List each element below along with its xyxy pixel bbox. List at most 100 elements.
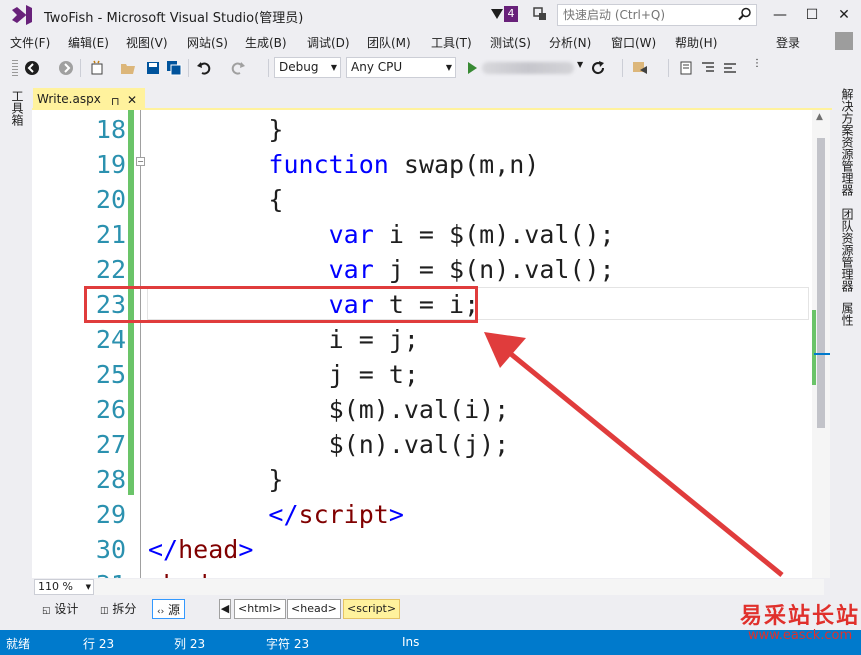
vertical-scrollbar[interactable]: ▲ xyxy=(812,110,830,578)
menu-edit[interactable]: 编辑(E) xyxy=(68,34,109,51)
quick-launch-box[interactable] xyxy=(557,4,757,26)
menu-analyze[interactable]: 分析(N) xyxy=(549,34,591,51)
document-tab-well: Write.aspx ⊓ ✕ xyxy=(32,88,832,110)
markup-token: > xyxy=(238,535,254,564)
breadcrumb-back-button[interactable]: ◀ xyxy=(219,599,231,619)
menu-window[interactable]: 窗口(W) xyxy=(611,34,656,51)
line-number: 20 xyxy=(95,185,126,214)
notification-flag-icon[interactable] xyxy=(490,7,504,21)
toolbar-separator xyxy=(268,59,269,77)
design-view-button[interactable]: ◱ 设计 xyxy=(38,599,82,619)
markup-token: head xyxy=(178,535,239,564)
annotation-arrow-icon xyxy=(484,332,784,577)
markup-token: </ xyxy=(268,500,299,529)
menu-file[interactable]: 文件(F) xyxy=(10,34,50,51)
sign-in-link[interactable]: 登录 xyxy=(776,34,800,51)
code-line[interactable]: 22 var j = $(n).val(); xyxy=(32,252,812,287)
split-icon: ◫ xyxy=(100,606,109,616)
menu-tools[interactable]: 工具(T) xyxy=(431,34,472,51)
line-number: 31 xyxy=(32,567,126,578)
quick-launch-input[interactable] xyxy=(558,5,728,25)
tab-write-aspx[interactable]: Write.aspx ⊓ ✕ xyxy=(33,88,145,110)
menu-team[interactable]: 团队(M) xyxy=(367,34,411,51)
team-explorer-tab[interactable]: 团队资源管理器 xyxy=(839,208,856,292)
feedback-icon[interactable] xyxy=(532,6,548,22)
save-all-icon[interactable] xyxy=(166,60,182,76)
menu-view[interactable]: 视图(V) xyxy=(126,34,168,51)
menu-debug[interactable]: 调试(D) xyxy=(307,34,350,51)
navigate-back-icon[interactable] xyxy=(24,60,40,76)
standard-toolbar: Debug ▼ Any CPU ▼ ▼ ⋮ xyxy=(0,55,861,81)
indent-icon[interactable] xyxy=(700,60,716,76)
code-token: $(n).val(j); xyxy=(148,430,510,459)
start-debugging-icon[interactable] xyxy=(464,60,480,76)
code-token: i = j; xyxy=(148,325,419,354)
scrollbar-thumb[interactable] xyxy=(817,138,825,428)
code-text: { xyxy=(148,182,283,217)
scroll-up-icon[interactable]: ▲ xyxy=(816,112,823,122)
solution-platform-dropdown[interactable]: Any CPU ▼ xyxy=(346,57,456,78)
breadcrumb-html[interactable]: <html> xyxy=(234,599,286,619)
status-ready: 就绪 xyxy=(6,637,31,651)
keyword-token: var xyxy=(328,220,374,249)
solution-explorer-tab[interactable]: 解决方案资源管理器 xyxy=(839,88,856,196)
minimize-button[interactable]: — xyxy=(765,0,795,30)
markup-token: </ xyxy=(148,535,179,564)
account-avatar-icon[interactable] xyxy=(835,32,853,50)
format-document-icon[interactable] xyxy=(678,60,694,76)
menu-test[interactable]: 测试(S) xyxy=(490,34,531,51)
search-icon[interactable] xyxy=(738,7,752,21)
code-text: var i = $(m).val(); xyxy=(148,217,615,252)
new-project-icon[interactable] xyxy=(89,60,105,76)
code-token: } xyxy=(148,465,284,494)
menu-website[interactable]: 网站(S) xyxy=(187,34,228,51)
code-line[interactable]: 21 var i = $(m).val(); xyxy=(32,217,812,252)
save-icon[interactable] xyxy=(145,60,161,76)
open-file-icon[interactable] xyxy=(120,60,136,76)
zoom-dropdown[interactable]: 110 % ▼ xyxy=(34,579,94,595)
code-token: j = t; xyxy=(148,360,419,389)
markup-token: > xyxy=(223,570,238,578)
code-line[interactable]: 19 function swap(m,n) xyxy=(32,147,812,182)
undo-icon[interactable] xyxy=(196,60,212,76)
debug-target-dropdown[interactable] xyxy=(482,62,574,74)
site-watermark: 易采站长站 www.easck.com xyxy=(740,598,861,654)
configuration-value: Debug xyxy=(279,60,319,74)
refresh-icon[interactable] xyxy=(590,60,606,76)
browser-link-icon[interactable] xyxy=(632,60,648,76)
code-text: </head> xyxy=(148,532,253,567)
properties-tab[interactable]: 属性 xyxy=(839,302,856,326)
maximize-button[interactable]: ☐ xyxy=(797,0,827,30)
toolbox-tab[interactable]: 工具箱 xyxy=(9,90,26,126)
tab-label: Write.aspx xyxy=(37,92,101,106)
comment-icon[interactable] xyxy=(722,60,738,76)
code-token: i = $(m).val(); xyxy=(373,220,615,249)
design-icon: ◱ xyxy=(42,606,51,616)
split-view-button[interactable]: ◫ 拆分 xyxy=(96,599,140,619)
status-char: 字符 23 xyxy=(266,637,310,651)
title-bar: TwoFish - Microsoft Visual Studio(管理员) 4… xyxy=(0,0,861,30)
code-text: $(m).val(i); xyxy=(148,392,510,427)
code-line[interactable]: 20 { xyxy=(32,182,812,217)
solution-configuration-dropdown[interactable]: Debug ▼ xyxy=(274,57,341,78)
code-line[interactable]: 18 } xyxy=(32,112,812,147)
breadcrumb-head[interactable]: <head> xyxy=(287,599,341,619)
close-window-button[interactable]: ✕ xyxy=(829,0,859,30)
navigate-forward-icon[interactable] xyxy=(58,60,74,76)
visual-studio-logo-icon xyxy=(12,5,32,25)
design-label: 设计 xyxy=(54,602,79,616)
toolbar-overflow-icon[interactable]: ⋮ xyxy=(752,58,762,69)
markup-token: script xyxy=(298,500,389,529)
redo-icon[interactable] xyxy=(230,60,246,76)
notification-count-badge[interactable]: 4 xyxy=(504,6,518,22)
breadcrumb-script[interactable]: <script> xyxy=(343,599,401,619)
menu-build[interactable]: 生成(B) xyxy=(245,34,287,51)
markup-token: body xyxy=(163,570,223,578)
source-view-button[interactable]: ‹› 源 xyxy=(152,599,186,619)
menu-help[interactable]: 帮助(H) xyxy=(675,34,717,51)
line-number: 25 xyxy=(95,360,126,389)
code-token: } xyxy=(148,115,284,144)
toolbar-grip-icon[interactable] xyxy=(12,60,18,76)
chevron-down-icon[interactable]: ▼ xyxy=(577,60,583,69)
